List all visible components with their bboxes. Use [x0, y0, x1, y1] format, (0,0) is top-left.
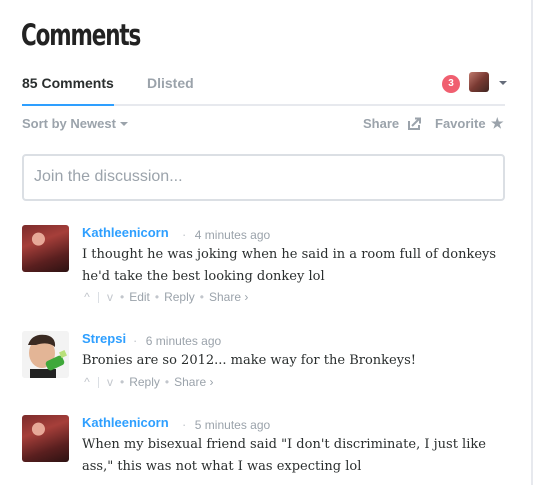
notification-badge[interactable]: 3	[442, 75, 460, 93]
tab-comments[interactable]: 85 Comments	[22, 75, 114, 106]
comment-timestamp[interactable]: 5 minutes ago	[195, 418, 270, 432]
downvote-icon[interactable]: v	[105, 375, 115, 389]
share-link[interactable]: Share ›	[209, 290, 248, 304]
tab-bar: 85 Comments Dlisted 3	[22, 68, 507, 106]
sort-dropdown[interactable]: Sort by Newest	[22, 116, 128, 131]
user-menu[interactable]	[469, 72, 509, 94]
user-avatar[interactable]	[469, 72, 489, 92]
favorite-label: Favorite	[435, 116, 486, 131]
avatar[interactable]	[22, 415, 69, 462]
share-icon	[408, 117, 421, 130]
comment-body: I thought he was joking when he said in …	[82, 247, 497, 284]
comment-item: Strepsi · 6 minutes ago Bronies are so 2…	[22, 331, 505, 391]
separator-dot: ·	[182, 227, 187, 242]
discussion-toolbar: Sort by Newest Share Favorite ★	[22, 115, 505, 134]
reply-link[interactable]: Reply	[129, 375, 160, 389]
comment-meta: · 5 minutes ago	[182, 416, 270, 434]
chevron-down-icon	[499, 81, 507, 85]
separator-dot: •	[164, 375, 170, 389]
sort-label: Sort by Newest	[22, 116, 116, 131]
chevron-down-icon	[119, 122, 128, 126]
comment-body: Bronies are so 2012... make way for the …	[82, 353, 416, 368]
comment-meta: · 6 minutes ago	[133, 332, 221, 350]
comment-timestamp[interactable]: 4 minutes ago	[195, 228, 270, 242]
separator-dot: ·	[182, 417, 187, 432]
avatar[interactable]	[22, 331, 69, 378]
share-label: Share	[363, 116, 400, 131]
comment-actions: ^ v • Reply • Share ›	[82, 375, 213, 389]
reply-link[interactable]: Reply	[164, 290, 195, 304]
star-icon: ★	[491, 115, 504, 131]
separator-dot: •	[199, 290, 204, 304]
downvote-icon[interactable]: v	[105, 290, 115, 304]
share-link[interactable]: Share ›	[174, 375, 213, 389]
comment-author[interactable]: Kathleenicorn	[82, 415, 169, 430]
comment-item: Kathleenicorn · 4 minutes ago I thought …	[22, 225, 505, 307]
join-discussion-input[interactable]	[24, 156, 484, 197]
comment-author[interactable]: Strepsi	[82, 331, 126, 346]
upvote-icon[interactable]: ^	[82, 375, 92, 389]
divider	[98, 377, 99, 389]
comment-item: Kathleenicorn · 5 minutes ago When my bi…	[22, 415, 505, 485]
separator-dot: •	[120, 290, 125, 304]
avatar[interactable]	[22, 225, 69, 272]
page-title: Comments	[21, 18, 141, 52]
comment-timestamp[interactable]: 6 minutes ago	[146, 334, 221, 348]
favorite-button[interactable]: Favorite ★	[435, 115, 504, 131]
comment-meta: · 4 minutes ago	[182, 226, 270, 244]
divider	[98, 292, 99, 304]
tab-dlisted[interactable]: Dlisted	[147, 75, 194, 91]
edit-link[interactable]: Edit	[129, 290, 150, 304]
upvote-icon[interactable]: ^	[82, 290, 92, 304]
comment-body: When my bisexual friend said "I don't di…	[82, 437, 486, 474]
share-button[interactable]: Share	[363, 116, 421, 131]
avatar-image	[22, 331, 69, 378]
separator-dot: •	[120, 375, 125, 389]
comment-author[interactable]: Kathleenicorn	[82, 225, 169, 240]
comment-actions: ^ v • Edit • Reply • Share ›	[82, 290, 248, 304]
separator-dot: ·	[133, 333, 138, 348]
separator-dot: •	[154, 290, 160, 304]
comment-composer[interactable]	[22, 154, 505, 201]
